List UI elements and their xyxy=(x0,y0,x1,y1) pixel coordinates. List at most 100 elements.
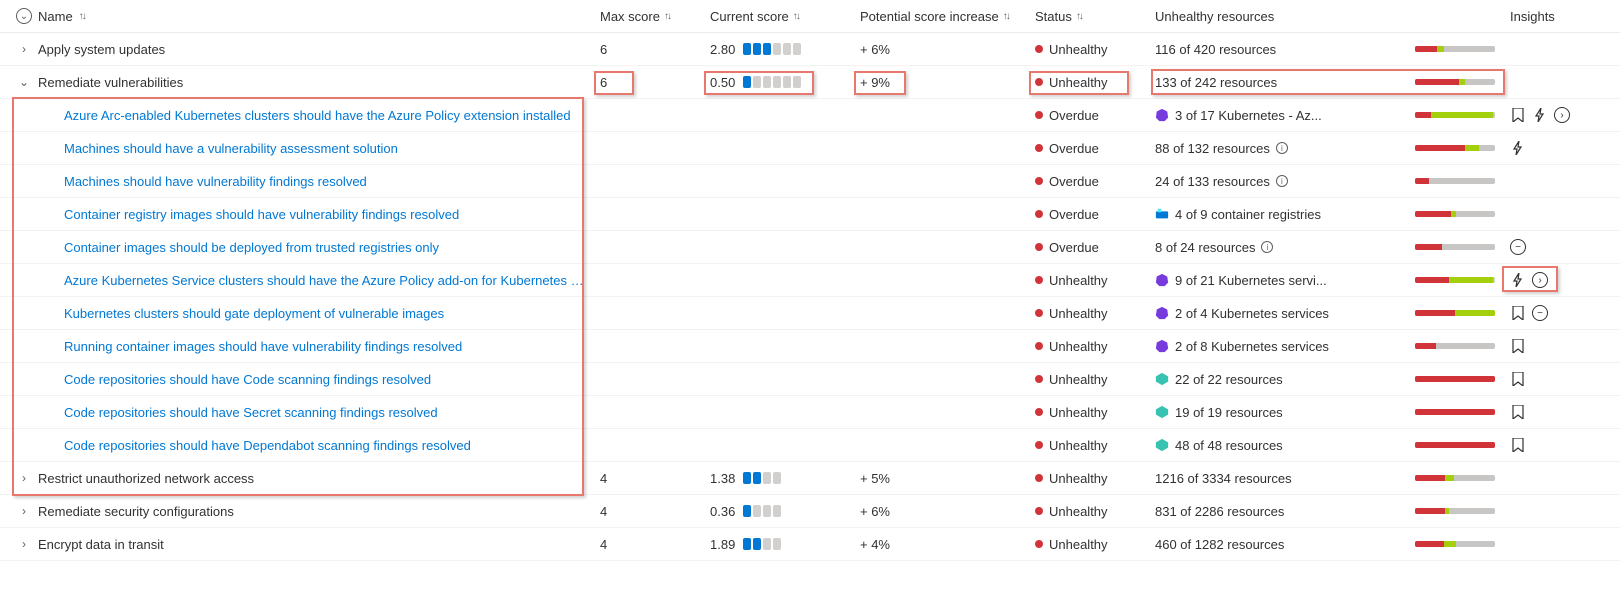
bookmark-icon[interactable] xyxy=(1510,305,1526,321)
resources-cell: 9 of 21 Kubernetes servi... xyxy=(1155,273,1415,288)
bookmark-icon[interactable] xyxy=(1510,338,1526,354)
expand-toggle[interactable]: › xyxy=(16,504,32,518)
recommendation-link[interactable]: Machines should have a vulnerability ass… xyxy=(64,141,398,156)
status-dot-icon xyxy=(1035,408,1043,416)
resources-cell: 4 of 9 container registries xyxy=(1155,207,1415,222)
expand-all-toggle[interactable]: ⌄ xyxy=(16,8,32,24)
expand-toggle[interactable]: › xyxy=(16,42,32,56)
resources-cell: 1216 of 3334 resources xyxy=(1155,471,1415,486)
status-dot-icon xyxy=(1035,210,1043,218)
column-header-max-score[interactable]: Max score ↑↓ xyxy=(600,5,710,28)
status-cell: Unhealthy xyxy=(1035,273,1155,288)
group-row[interactable]: ›Remediate security configurations40.36+… xyxy=(0,495,1620,528)
bookmark-icon[interactable] xyxy=(1510,371,1526,387)
column-label: Insights xyxy=(1510,9,1555,24)
recommendation-row[interactable]: Code repositories should have Dependabot… xyxy=(0,429,1620,462)
expand-toggle[interactable]: › xyxy=(16,537,32,551)
status-cell: Unhealthy xyxy=(1035,75,1155,90)
status-cell: Unhealthy xyxy=(1035,537,1155,552)
column-header-unhealthy[interactable]: Unhealthy resources xyxy=(1155,5,1415,28)
chevron-circle-icon[interactable]: › xyxy=(1532,272,1548,288)
bookmark-icon[interactable] xyxy=(1510,437,1526,453)
recommendation-link[interactable]: Machines should have vulnerability findi… xyxy=(64,174,367,189)
recommendation-link[interactable]: Running container images should have vul… xyxy=(64,339,462,354)
recommendations-table: ⌄ Name ↑↓ Max score ↑↓ Current score ↑↓ … xyxy=(0,0,1620,561)
chevron-circle-icon[interactable]: › xyxy=(1554,107,1570,123)
resources-cell: 2 of 4 Kubernetes services xyxy=(1155,306,1415,321)
group-row[interactable]: ⌄Remediate vulnerabilities60.50+ 9%Unhea… xyxy=(0,66,1620,99)
max-score-cell: 4 xyxy=(600,537,710,552)
deny-circle-icon[interactable]: − xyxy=(1510,239,1526,255)
status-dot-icon xyxy=(1035,78,1043,86)
info-icon[interactable]: i xyxy=(1261,241,1273,253)
column-header-potential[interactable]: Potential score increase ↑↓ xyxy=(860,5,1035,28)
resources-cell: 88 of 132 resourcesi xyxy=(1155,141,1415,156)
recommendation-row[interactable]: Kubernetes clusters should gate deployme… xyxy=(0,297,1620,330)
status-dot-icon xyxy=(1035,342,1043,350)
bookmark-icon[interactable] xyxy=(1510,107,1526,123)
score-pills xyxy=(743,505,781,517)
recommendation-row[interactable]: Machines should have vulnerability findi… xyxy=(0,165,1620,198)
status-cell: Unhealthy xyxy=(1035,372,1155,387)
recommendation-link[interactable]: Azure Arc-enabled Kubernetes clusters sh… xyxy=(64,108,571,123)
sort-icon: ↑↓ xyxy=(1076,11,1082,22)
health-bar xyxy=(1415,409,1495,415)
recommendation-link[interactable]: Kubernetes clusters should gate deployme… xyxy=(64,306,444,321)
recommendation-row[interactable]: Azure Arc-enabled Kubernetes clusters sh… xyxy=(0,99,1620,132)
potential-cell: + 5% xyxy=(860,471,1035,486)
sort-icon: ↑↓ xyxy=(664,11,670,22)
insights-cell: − xyxy=(1510,239,1620,255)
recommendation-link[interactable]: Code repositories should have Code scann… xyxy=(64,372,431,387)
info-icon[interactable]: i xyxy=(1276,142,1288,154)
group-row[interactable]: ›Encrypt data in transit41.89+ 4%Unhealt… xyxy=(0,528,1620,561)
resources-cell: 19 of 19 resources xyxy=(1155,405,1415,420)
health-bar xyxy=(1415,244,1495,250)
recommendation-link[interactable]: Container registry images should have vu… xyxy=(64,207,459,222)
current-score-cell: 0.36 xyxy=(710,504,860,519)
status-dot-icon xyxy=(1035,177,1043,185)
insights-cell: › xyxy=(1510,272,1620,288)
column-header-status[interactable]: Status ↑↓ xyxy=(1035,5,1155,28)
recommendation-row[interactable]: Code repositories should have Code scann… xyxy=(0,363,1620,396)
status-dot-icon xyxy=(1035,144,1043,152)
health-bar xyxy=(1415,112,1495,118)
recommendation-link[interactable]: Code repositories should have Dependabot… xyxy=(64,438,471,453)
lightning-icon[interactable] xyxy=(1510,140,1526,156)
current-score-cell: 2.80 xyxy=(710,42,860,57)
status-dot-icon xyxy=(1035,507,1043,515)
recommendation-row[interactable]: Container images should be deployed from… xyxy=(0,231,1620,264)
insights-cell xyxy=(1510,338,1620,354)
bookmark-icon[interactable] xyxy=(1510,404,1526,420)
deny-circle-icon[interactable]: − xyxy=(1532,305,1548,321)
recommendation-row[interactable]: Machines should have a vulnerability ass… xyxy=(0,132,1620,165)
group-row[interactable]: › Restrict unauthorized network access 41.… xyxy=(0,462,1620,495)
resources-cell: 3 of 17 Kubernetes - Az... xyxy=(1155,108,1415,123)
group-row[interactable]: ›Apply system updates62.80+ 6%Unhealthy1… xyxy=(0,33,1620,66)
recommendation-row[interactable]: Container registry images should have vu… xyxy=(0,198,1620,231)
column-header-name[interactable]: ⌄ Name ↑↓ xyxy=(0,4,600,28)
recommendation-row[interactable]: Code repositories should have Secret sca… xyxy=(0,396,1620,429)
expand-toggle[interactable]: › xyxy=(16,471,32,485)
column-label: Name xyxy=(38,9,73,24)
recommendation-link[interactable]: Code repositories should have Secret sca… xyxy=(64,405,438,420)
column-header-current-score[interactable]: Current score ↑↓ xyxy=(710,5,860,28)
health-bar xyxy=(1415,343,1495,349)
table-header-row: ⌄ Name ↑↓ Max score ↑↓ Current score ↑↓ … xyxy=(0,0,1620,33)
resources-cell: 24 of 133 resourcesi xyxy=(1155,174,1415,189)
status-dot-icon xyxy=(1035,111,1043,119)
lightning-icon[interactable] xyxy=(1510,272,1526,288)
status-cell: Overdue xyxy=(1035,141,1155,156)
recommendation-row[interactable]: Running container images should have vul… xyxy=(0,330,1620,363)
info-icon[interactable]: i xyxy=(1276,175,1288,187)
recommendation-link[interactable]: Container images should be deployed from… xyxy=(64,240,439,255)
current-score-cell: 1.38 xyxy=(710,471,860,486)
column-header-insights[interactable]: Insights xyxy=(1510,5,1620,28)
recommendation-row[interactable]: Azure Kubernetes Service clusters should… xyxy=(0,264,1620,297)
max-score-cell: 6 xyxy=(600,75,710,90)
group-name: Restrict unauthorized network access xyxy=(38,471,254,486)
expand-toggle[interactable]: ⌄ xyxy=(16,75,32,89)
lightning-icon[interactable] xyxy=(1532,107,1548,123)
max-score-cell: 4 xyxy=(600,471,710,486)
group-name: Remediate security configurations xyxy=(38,504,234,519)
recommendation-link[interactable]: Azure Kubernetes Service clusters should… xyxy=(64,273,584,288)
